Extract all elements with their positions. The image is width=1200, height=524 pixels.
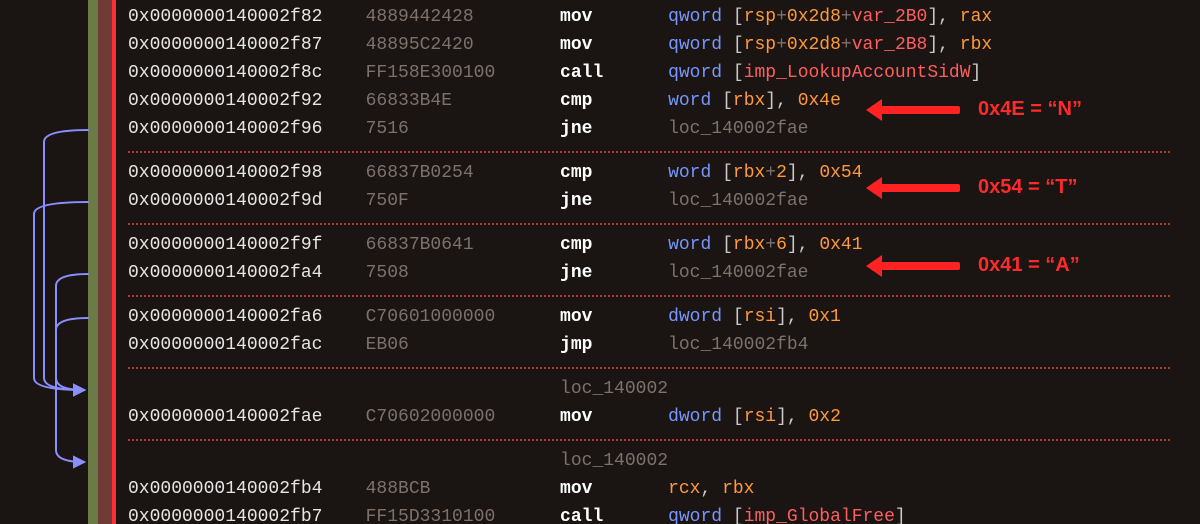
address: 0x0000000140002f96 [128, 116, 366, 144]
operands: loc_140002fb4 [668, 332, 1200, 360]
mnemonic: mov [560, 304, 668, 332]
disasm-row: 0x0000000140002f8c FF158E300100 call qwo… [128, 60, 1200, 88]
disasm-row: 0x0000000140002fa6 C70601000000 mov dwor… [128, 304, 1200, 332]
mnemonic: call [560, 504, 668, 524]
address: 0x0000000140002f82 [128, 4, 366, 32]
bytes: 7508 [366, 260, 560, 288]
mnemonic: mov [560, 32, 668, 60]
disasm-row: 0x0000000140002fac EB06 jmp loc_140002fb… [128, 332, 1200, 360]
block-separator [128, 432, 1200, 448]
bytes: C70601000000 [366, 304, 560, 332]
bytes: 488BCB [366, 476, 560, 504]
bytes: C70602000000 [366, 404, 560, 432]
disasm-row: 0x0000000140002f9d 750F jne loc_140002fa… [128, 188, 1200, 216]
mnemonic: mov [560, 404, 668, 432]
bytes [366, 448, 560, 476]
disasm-row: 0x0000000140002fb7 FF15D3310100 call qwo… [128, 504, 1200, 524]
address: 0x0000000140002f98 [128, 160, 366, 188]
address [128, 376, 366, 404]
mnemonic: call [560, 60, 668, 88]
operands: loc_140002fae [668, 116, 1200, 144]
address: 0x0000000140002f92 [128, 88, 366, 116]
address: 0x0000000140002fac [128, 332, 366, 360]
bytes: FF158E300100 [366, 60, 560, 88]
address [128, 448, 366, 476]
disasm-row: 0x0000000140002f92 66833B4E cmp word [rb… [128, 88, 1200, 116]
disasm-row: 0x0000000140002f82 4889442428 mov qword … [128, 4, 1200, 32]
bytes: 66837B0254 [366, 160, 560, 188]
label-row: loc_140002 [128, 448, 1200, 476]
disasm-row: 0x0000000140002fb4 488BCB mov rcx, rbx [128, 476, 1200, 504]
address: 0x0000000140002fa4 [128, 260, 366, 288]
bytes: 66837B0641 [366, 232, 560, 260]
block-separator [128, 144, 1200, 160]
operands: qword [rsp+0x2d8+var_2B0], rax [668, 4, 1200, 32]
disassembly-listing[interactable]: 0x0000000140002f82 4889442428 mov qword … [116, 0, 1200, 524]
operands [668, 448, 1200, 476]
mnemonic: jne [560, 260, 668, 288]
mnemonic: jmp [560, 332, 668, 360]
disasm-row: 0x0000000140002f9f 66837B0641 cmp word [… [128, 232, 1200, 260]
operands: dword [rsi], 0x1 [668, 304, 1200, 332]
operands: qword [rsp+0x2d8+var_2B8], rbx [668, 32, 1200, 60]
gutter-bar-green [88, 0, 98, 524]
mnemonic: jne [560, 116, 668, 144]
gutter [0, 0, 116, 524]
disasm-row: 0x0000000140002f87 48895C2420 mov qword … [128, 32, 1200, 60]
operands: loc_140002fae [668, 188, 1200, 216]
bytes: 66833B4E [366, 88, 560, 116]
address: 0x0000000140002f9f [128, 232, 366, 260]
address: 0x0000000140002f9d [128, 188, 366, 216]
bytes: 48895C2420 [366, 32, 560, 60]
address: 0x0000000140002f87 [128, 32, 366, 60]
block-separator [128, 216, 1200, 232]
operands [668, 376, 1200, 404]
mnemonic: loc_140002 [560, 376, 668, 404]
mnemonic: cmp [560, 232, 668, 260]
mnemonic: mov [560, 476, 668, 504]
operands: word [rbx], 0x4e [668, 88, 1200, 116]
bytes: EB06 [366, 332, 560, 360]
bytes: 750F [366, 188, 560, 216]
mnemonic: cmp [560, 160, 668, 188]
bytes: 4889442428 [366, 4, 560, 32]
disassembly-view: 0x0000000140002f82 4889442428 mov qword … [0, 0, 1200, 524]
operands: qword [imp_LookupAccountSidW] [668, 60, 1200, 88]
address: 0x0000000140002fb4 [128, 476, 366, 504]
operands: rcx, rbx [668, 476, 1200, 504]
mnemonic: jne [560, 188, 668, 216]
operands: word [rbx+2], 0x54 [668, 160, 1200, 188]
address: 0x0000000140002fa6 [128, 304, 366, 332]
address: 0x0000000140002fae [128, 404, 366, 432]
operands: word [rbx+6], 0x41 [668, 232, 1200, 260]
bytes: 7516 [366, 116, 560, 144]
address: 0x0000000140002fb7 [128, 504, 366, 524]
disasm-row: 0x0000000140002f96 7516 jne loc_140002fa… [128, 116, 1200, 144]
block-separator [128, 288, 1200, 304]
bytes [366, 376, 560, 404]
operands: qword [imp_GlobalFree] [668, 504, 1200, 524]
mnemonic: loc_140002 [560, 448, 668, 476]
operands: loc_140002fae [668, 260, 1200, 288]
address: 0x0000000140002f8c [128, 60, 366, 88]
gutter-bar-brown [98, 0, 112, 524]
mnemonic: mov [560, 4, 668, 32]
disasm-row: 0x0000000140002f98 66837B0254 cmp word [… [128, 160, 1200, 188]
label-row: loc_140002 [128, 376, 1200, 404]
bytes: FF15D3310100 [366, 504, 560, 524]
block-separator [128, 360, 1200, 376]
disasm-row: 0x0000000140002fae C70602000000 mov dwor… [128, 404, 1200, 432]
mnemonic: cmp [560, 88, 668, 116]
operands: dword [rsi], 0x2 [668, 404, 1200, 432]
disasm-row: 0x0000000140002fa4 7508 jne loc_140002fa… [128, 260, 1200, 288]
